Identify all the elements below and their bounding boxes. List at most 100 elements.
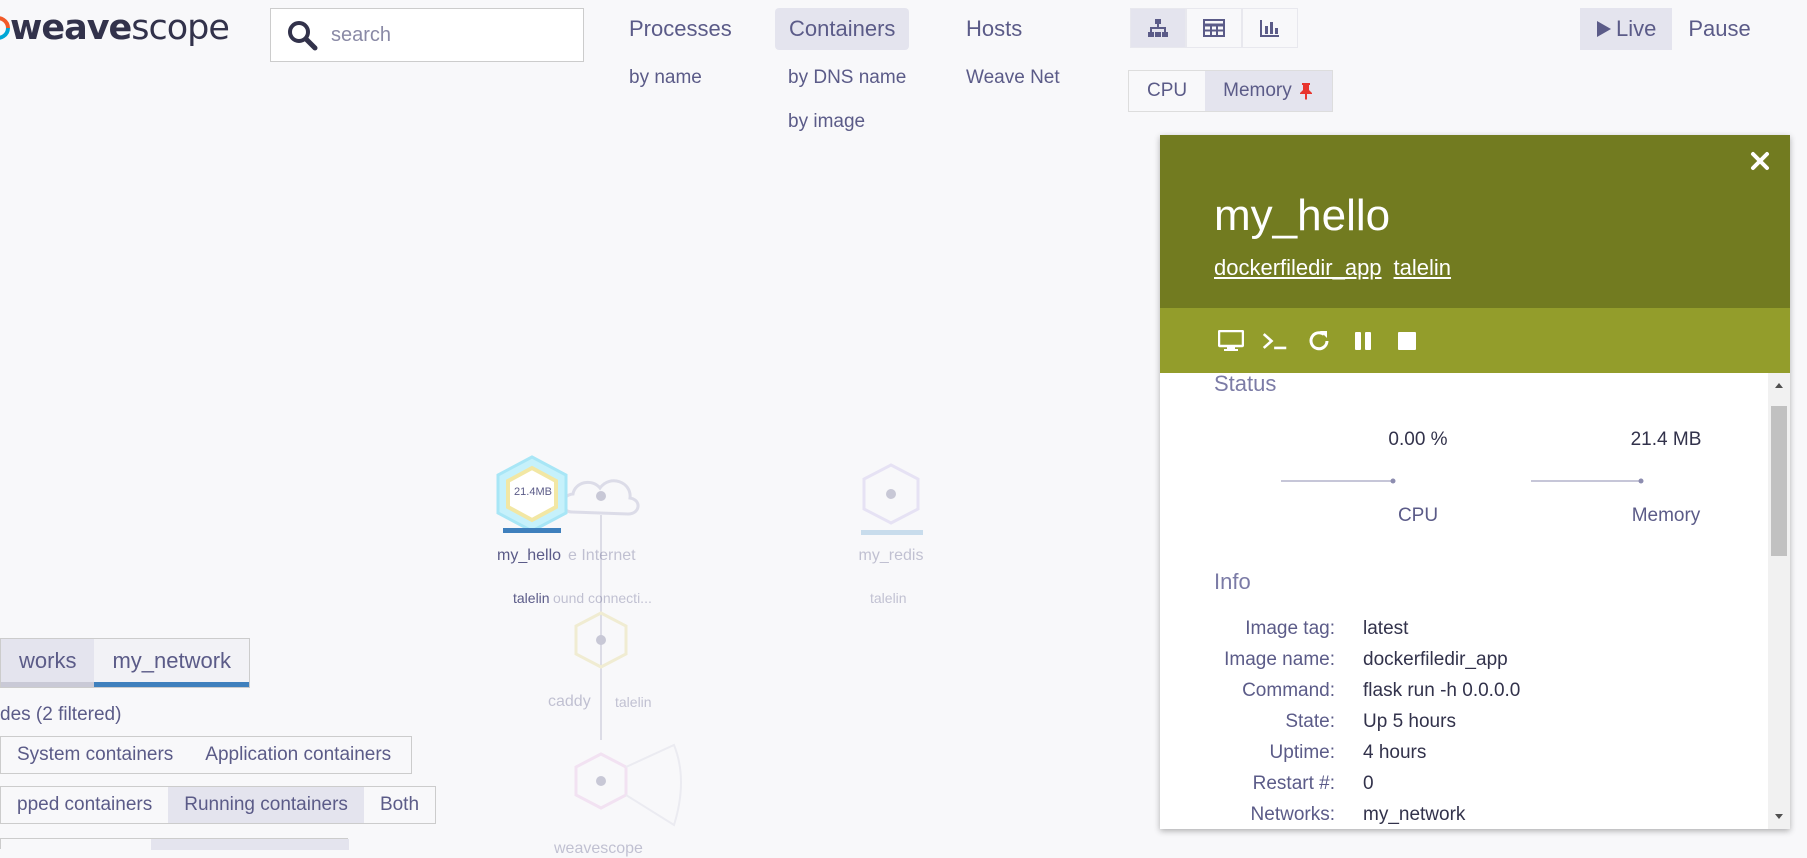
pause-container-button[interactable] bbox=[1350, 328, 1376, 354]
panel-controls bbox=[1160, 308, 1790, 373]
info-key-uptime: Uptime: bbox=[1269, 742, 1335, 763]
metric-selector: CPU Memory bbox=[1128, 70, 1333, 112]
filter-row-spacer bbox=[407, 737, 411, 773]
info-key-networks: Networks: bbox=[1250, 804, 1335, 825]
memory-metric-label: Memory bbox=[1631, 505, 1701, 526]
search-input[interactable] bbox=[329, 22, 573, 48]
memory-sparkline bbox=[1531, 478, 1644, 484]
subtopology-hosts-weave-net[interactable]: Weave Net bbox=[966, 67, 1060, 89]
networks-selector: works my_network bbox=[0, 638, 251, 688]
application-containers-button[interactable]: Application containers bbox=[189, 737, 407, 773]
graph-view-button[interactable] bbox=[1130, 8, 1186, 48]
both-containers-button[interactable]: Both bbox=[364, 787, 435, 823]
logo-mark-icon bbox=[0, 15, 10, 41]
live-button[interactable]: Live bbox=[1580, 8, 1673, 50]
topology-processes[interactable]: Processes bbox=[615, 8, 746, 50]
my-hello-label[interactable]: my_hello bbox=[497, 547, 567, 565]
resources-icon bbox=[1260, 20, 1279, 37]
live-pause-control: Live Pause bbox=[1580, 8, 1767, 50]
search-box[interactable] bbox=[270, 8, 584, 62]
scroll-down-icon[interactable] bbox=[1774, 813, 1784, 821]
pin-icon bbox=[1299, 83, 1312, 100]
metric-cpu-button[interactable]: CPU bbox=[1129, 71, 1205, 111]
pause-icon bbox=[1355, 331, 1371, 350]
cpu-sparkline bbox=[1281, 478, 1396, 484]
topology-hosts[interactable]: Hosts bbox=[952, 8, 1036, 50]
graph-icon bbox=[1148, 19, 1168, 37]
refresh-icon bbox=[1309, 330, 1329, 350]
panel-title: my_hello bbox=[1214, 191, 1391, 240]
desktop-icon bbox=[1218, 329, 1244, 351]
view-mode-selector bbox=[1130, 8, 1298, 48]
table-view-button[interactable] bbox=[1186, 8, 1242, 48]
metric-memory-label: Memory bbox=[1223, 80, 1292, 101]
subtopology-processes-by-name[interactable]: by name bbox=[629, 67, 702, 89]
my-redis-label[interactable]: my_redis bbox=[850, 547, 932, 565]
info-value-state: Up 5 hours bbox=[1363, 711, 1456, 732]
info-key-restart: Restart #: bbox=[1252, 773, 1335, 794]
running-containers-button[interactable]: Running containers bbox=[168, 787, 364, 823]
info-key-image-tag: Image tag: bbox=[1245, 618, 1335, 639]
cpu-metric-label: CPU bbox=[1397, 505, 1439, 526]
topology-containers[interactable]: Containers bbox=[775, 8, 910, 50]
unconnected-filter-active-segment[interactable] bbox=[151, 839, 349, 850]
info-key-state: State: bbox=[1285, 711, 1335, 732]
internet-node-dot bbox=[596, 491, 606, 501]
stop-icon bbox=[1398, 331, 1416, 350]
node-details-panel: my_hello dockerfiledir_app talelin Statu… bbox=[1160, 135, 1790, 829]
info-value-image-name: dockerfiledir_app bbox=[1363, 649, 1508, 670]
memory-metric-value: 21.4 MB bbox=[1630, 429, 1702, 450]
my-hello-sublabel: talelin bbox=[513, 590, 550, 606]
info-value-networks: my_network bbox=[1363, 804, 1466, 825]
stop-container-button[interactable] bbox=[1394, 328, 1420, 354]
info-value-image-tag: latest bbox=[1363, 618, 1409, 639]
close-icon bbox=[1751, 152, 1769, 170]
weavescope-node-dot bbox=[596, 776, 606, 786]
logo-weave-text: weave bbox=[10, 8, 132, 48]
panel-scrollbar[interactable] bbox=[1768, 373, 1790, 829]
unconnected-filter-row bbox=[0, 838, 349, 850]
status-section-title: Status bbox=[1214, 373, 1277, 396]
attach-button[interactable] bbox=[1218, 328, 1244, 354]
metric-memory-button[interactable]: Memory bbox=[1205, 71, 1332, 111]
caddy-node-dot bbox=[596, 635, 606, 645]
logo-scope-text: scope bbox=[131, 8, 230, 48]
info-value-restart: 0 bbox=[1363, 773, 1374, 794]
caddy-label[interactable]: caddy bbox=[548, 693, 591, 711]
my-hello-memory-value: 21.4MB bbox=[514, 486, 552, 498]
my-redis-node[interactable] bbox=[858, 462, 934, 538]
panel-header: my_hello dockerfiledir_app talelin bbox=[1160, 135, 1790, 308]
info-section-title: Info bbox=[1214, 569, 1251, 594]
system-containers-button[interactable]: System containers bbox=[1, 737, 189, 773]
live-label: Live bbox=[1616, 16, 1657, 41]
play-icon bbox=[1597, 21, 1611, 37]
internet-label[interactable]: e Internet bbox=[568, 547, 636, 565]
my-network-tab[interactable]: my_network bbox=[94, 639, 250, 687]
close-button[interactable] bbox=[1748, 149, 1772, 173]
table-icon bbox=[1203, 19, 1225, 37]
panel-relatives: dockerfiledir_app talelin bbox=[1214, 255, 1451, 281]
info-value-command: flask run -h 0.0.0.0 bbox=[1363, 680, 1521, 701]
resources-view-button[interactable] bbox=[1242, 8, 1298, 48]
panel-body: Status 0.00 % CPU 21.4 MB Memory Info Im… bbox=[1160, 373, 1790, 829]
internet-sublabel: ound connecti... bbox=[553, 590, 652, 606]
info-value-uptime: 4 hours bbox=[1363, 742, 1427, 763]
image-link[interactable]: dockerfiledir_app bbox=[1214, 255, 1382, 281]
subtopology-containers-by-dns-name[interactable]: by DNS name bbox=[788, 67, 906, 89]
restart-button[interactable] bbox=[1306, 328, 1332, 354]
weavescope-label[interactable]: weavescope bbox=[554, 840, 643, 858]
subtopology-containers-by-image[interactable]: by image bbox=[788, 111, 865, 133]
networks-tab[interactable]: works bbox=[1, 639, 95, 687]
pause-button[interactable]: Pause bbox=[1672, 8, 1766, 50]
info-key-command: Command: bbox=[1242, 680, 1335, 701]
host-link[interactable]: talelin bbox=[1394, 255, 1451, 281]
weavescope-logo: weave scope bbox=[0, 6, 230, 50]
scrollbar-thumb[interactable] bbox=[1771, 406, 1787, 556]
stopped-containers-button[interactable]: pped containers bbox=[1, 787, 168, 823]
exec-shell-button[interactable] bbox=[1262, 328, 1288, 354]
info-key-image-name: Image name: bbox=[1224, 649, 1335, 670]
container-type-filter: System containers Application containers bbox=[0, 736, 413, 774]
cpu-metric-value: 0.00 % bbox=[1388, 429, 1448, 450]
scroll-up-icon[interactable] bbox=[1774, 381, 1784, 389]
my-redis-sublabel: talelin bbox=[870, 590, 907, 606]
